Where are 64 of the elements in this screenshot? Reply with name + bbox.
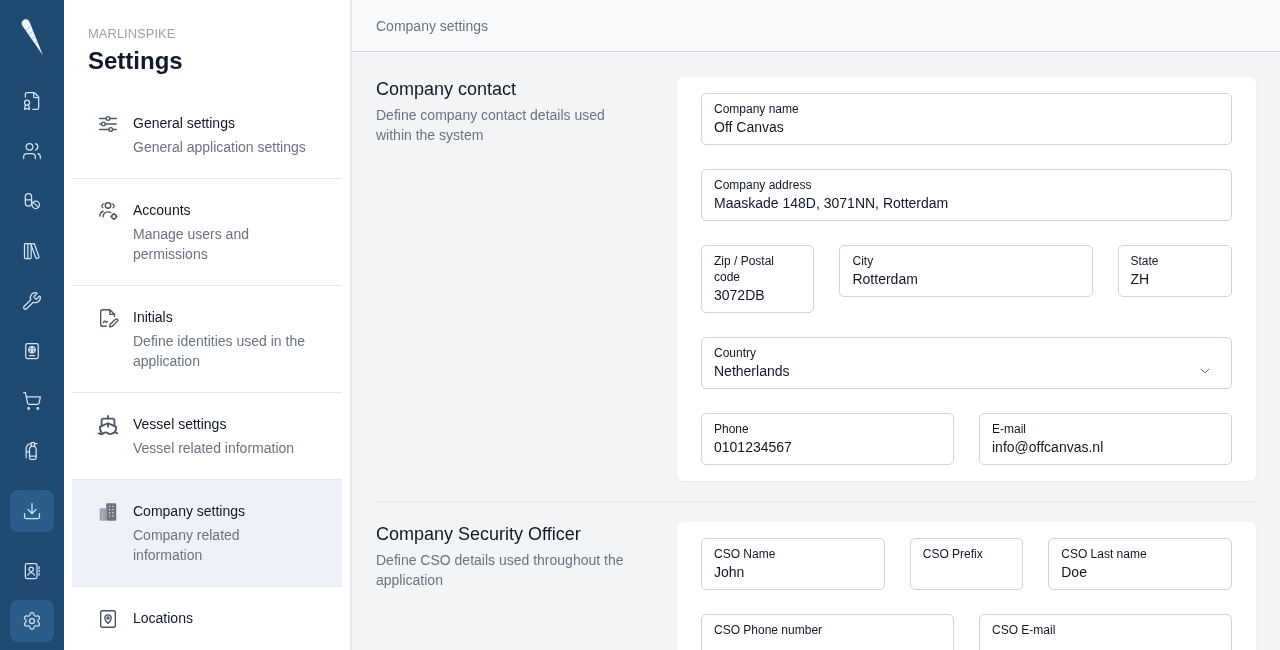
item-description: Company related information	[133, 526, 241, 565]
pin-square-icon	[97, 608, 119, 630]
field-label: CSO E-mail	[992, 622, 1057, 638]
field-label: State	[1130, 253, 1160, 269]
file-badge-icon	[22, 91, 42, 111]
books-icon	[22, 241, 42, 261]
section-description: Define company contact details used within the system	[376, 106, 606, 145]
item-title: Initials	[133, 308, 174, 327]
section-title: Company Security Officer	[376, 523, 582, 546]
item-description: General application settings	[133, 138, 307, 157]
text-field[interactable]: CSO Name John	[701, 538, 885, 590]
text-field[interactable]: Company name Off Canvas	[701, 93, 1232, 145]
field-label: Zip / Postal code	[714, 253, 776, 285]
brand-name: MARLINSPIKE	[87, 25, 177, 42]
settings-icon	[22, 611, 42, 631]
field-label: CSO Last name	[1061, 546, 1148, 562]
field-label: Country	[714, 345, 758, 361]
text-field[interactable]: State ZH	[1117, 245, 1232, 297]
ship-icon	[97, 414, 119, 436]
text-field[interactable]: CSO Last name Doe	[1048, 538, 1232, 590]
building-icon	[97, 501, 119, 523]
users-gear-icon	[97, 200, 119, 222]
contact-book-icon	[22, 561, 42, 581]
text-field[interactable]: Zip / Postal code 3072DB	[701, 245, 815, 313]
item-title: Accounts	[133, 201, 192, 220]
text-field[interactable]: CSO Prefix	[909, 538, 1024, 590]
item-description: Manage users and permissions	[133, 225, 250, 264]
item-title: General settings	[133, 114, 236, 133]
users-icon	[22, 141, 42, 161]
select-field[interactable]: Country Netherlands	[701, 337, 1232, 389]
header-title: Company settings	[376, 16, 489, 36]
item-title: Vessel settings	[133, 415, 228, 434]
field-label: Phone	[714, 421, 750, 437]
sidebar-title: Settings	[87, 46, 184, 76]
text-field[interactable]: E-mail info@offcanvas.nl	[979, 413, 1232, 465]
wrench-icon	[22, 291, 42, 311]
text-field[interactable]: Phone 0101234567	[701, 413, 954, 465]
field-label: City	[852, 253, 875, 269]
text-field[interactable]: CSO E-mail	[979, 614, 1232, 650]
field-label: Company address	[714, 177, 813, 193]
field-label: CSO Name	[714, 546, 777, 562]
text-field[interactable]: CSO Phone number	[701, 614, 954, 650]
rail-button[interactable]	[10, 600, 54, 642]
section-title: Company contact	[376, 78, 518, 101]
text-field[interactable]: City Rotterdam	[839, 245, 1093, 297]
item-description: Define identities used in the application	[133, 332, 306, 371]
item-title: Locations	[133, 609, 194, 628]
item-title: Company settings	[133, 502, 247, 521]
field-label: Company name	[714, 101, 800, 117]
text-field[interactable]: Company address Maaskade 148D, 3071NN, Rotterdam	[701, 169, 1232, 221]
section-description: Define CSO details used throughout the application	[376, 551, 625, 590]
cart-icon	[22, 391, 42, 411]
sidebar-item[interactable]: Company settings Company related information	[72, 480, 342, 587]
sliders-icon	[97, 113, 119, 135]
item-description: Vessel related information	[133, 439, 296, 458]
pill-ban-icon	[22, 191, 42, 211]
download-icon	[22, 501, 42, 521]
spike-logo	[20, 18, 44, 56]
book-globe-icon	[22, 341, 42, 361]
field-label: CSO Prefix	[922, 546, 984, 562]
field-label: CSO Phone number	[714, 622, 824, 638]
rail-button[interactable]	[10, 490, 54, 532]
field-label: E-mail	[992, 421, 1027, 437]
file-pen-icon	[97, 307, 119, 329]
